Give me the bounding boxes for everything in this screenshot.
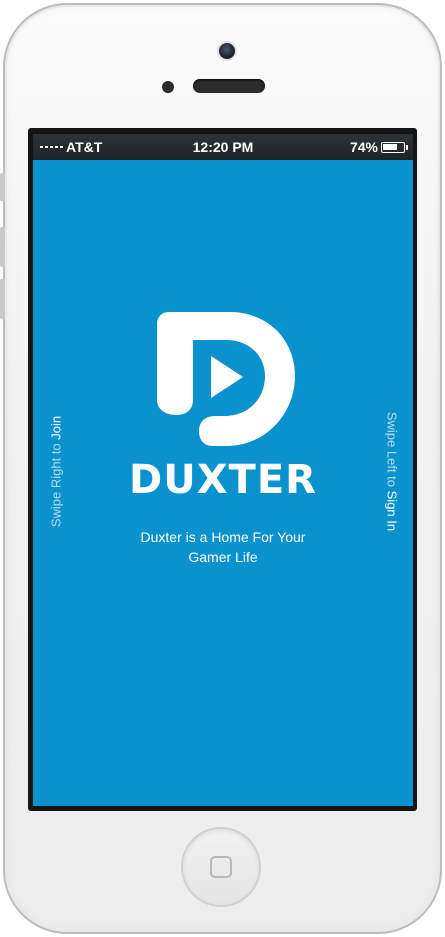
home-button-icon [210,856,232,878]
tagline-line-1: Duxter is a Home For Your [140,529,306,545]
battery-percent: 74% [349,139,378,155]
swipe-left-to-sign-in-hint[interactable]: Swipe Left to Sign In [385,407,400,537]
proximity-sensor [162,81,174,93]
status-bar: AT&T 12:20 PM 74% [33,134,413,160]
battery-icon [381,142,408,153]
sign-in-action: Sign In [384,490,400,532]
tagline: Duxter is a Home For Your Gamer Life [33,527,413,567]
volume-down-button [0,279,5,319]
swipe-left-prefix: Swipe Left to [384,411,400,491]
brand-wordmark: DUXTER [129,457,317,503]
join-action: Join [48,415,64,440]
duxter-play-logo-icon [157,312,295,446]
earpiece-speaker [193,79,265,93]
app-screen[interactable]: AT&T 12:20 PM 74% DUXTER Duxter is a Hom… [33,134,413,806]
home-button[interactable] [181,827,261,907]
battery-level-fill [383,144,397,150]
volume-up-button [0,227,5,267]
tagline-line-2: Gamer Life [188,549,258,565]
swipe-right-prefix: Swipe Right to [48,439,64,528]
front-camera [219,43,235,59]
swipe-right-to-join-hint[interactable]: Swipe Right to Join [49,407,64,537]
mute-switch [0,173,5,201]
